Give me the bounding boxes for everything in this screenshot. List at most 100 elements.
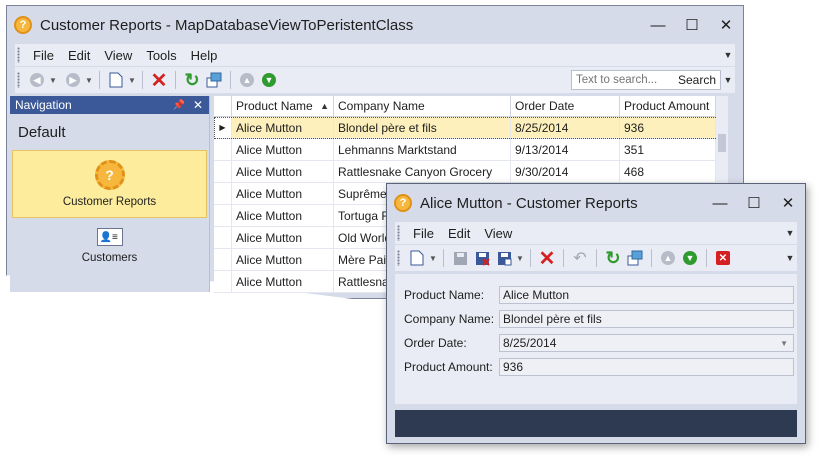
- toolbar-grip-icon[interactable]: [397, 250, 400, 266]
- date-dropdown-icon[interactable]: ▼: [780, 339, 788, 348]
- delete-button[interactable]: ✕: [148, 69, 170, 92]
- new-button[interactable]: [406, 247, 428, 269]
- menu-tools[interactable]: Tools: [139, 48, 183, 63]
- detail-maximize-button[interactable]: ☐: [737, 188, 771, 218]
- save-and-new-button[interactable]: [203, 69, 225, 91]
- menu-grip-icon[interactable]: [397, 225, 400, 241]
- row-indicator[interactable]: [214, 271, 232, 292]
- table-cell[interactable]: Alice Mutton: [232, 117, 334, 138]
- table-cell[interactable]: Rattlesnake Canyon Grocery: [334, 161, 511, 182]
- column-header-product-amount[interactable]: Product Amount: [620, 96, 716, 116]
- previous-record-icon: ▲: [661, 251, 675, 265]
- next-record-button[interactable]: ▼: [258, 69, 280, 91]
- row-indicator-icon[interactable]: ▶: [214, 117, 232, 138]
- refresh-button[interactable]: ↻: [602, 247, 624, 269]
- close-button[interactable]: ✕: [709, 10, 743, 40]
- forward-dropdown-icon[interactable]: ▼: [84, 76, 94, 85]
- search-button[interactable]: Search: [678, 73, 720, 87]
- undo-button[interactable]: ↶: [569, 247, 591, 269]
- row-indicator[interactable]: [214, 249, 232, 270]
- pin-icon[interactable]: 📌: [172, 100, 184, 111]
- column-label: Company Name: [338, 99, 425, 113]
- table-cell[interactable]: Alice Mutton: [232, 205, 334, 226]
- detail-form: Product Name: Alice Mutton Company Name:…: [395, 274, 797, 404]
- sort-ascending-icon: ▲: [320, 101, 329, 111]
- save-dropdown-icon[interactable]: ▼: [515, 254, 525, 263]
- row-indicator[interactable]: [214, 227, 232, 248]
- menu-view[interactable]: View: [477, 226, 519, 241]
- delete-button[interactable]: ✕: [536, 247, 558, 270]
- table-cell[interactable]: Alice Mutton: [232, 139, 334, 160]
- navigation-group-title[interactable]: Default: [10, 114, 209, 146]
- nav-item-customers[interactable]: 👤≡ Customers: [10, 218, 209, 274]
- menu-file[interactable]: File: [406, 226, 441, 241]
- table-cell[interactable]: Lehmanns Marktstand: [334, 139, 511, 160]
- menu-edit[interactable]: Edit: [441, 226, 477, 241]
- menu-grip-icon[interactable]: [17, 47, 20, 63]
- main-title-bar: ? Customer Reports - MapDatabaseViewToPe…: [7, 6, 743, 44]
- save-button[interactable]: [449, 247, 471, 269]
- menu-overflow-icon[interactable]: ▼: [783, 228, 797, 238]
- menu-overflow-icon[interactable]: ▼: [721, 50, 735, 60]
- next-record-button[interactable]: ▼: [679, 247, 701, 269]
- save-as-button[interactable]: [624, 247, 646, 269]
- table-cell[interactable]: 936: [620, 117, 716, 138]
- column-header-order-date[interactable]: Order Date: [511, 96, 620, 116]
- column-header-product-name[interactable]: Product Name ▲: [232, 96, 334, 116]
- table-cell[interactable]: 9/30/2014: [511, 161, 620, 182]
- menu-file[interactable]: File: [26, 48, 61, 63]
- order-date-field[interactable]: 8/25/2014 ▼: [499, 334, 794, 352]
- table-row[interactable]: ▶ Alice Mutton Blondel père et fils 8/25/20…: [214, 117, 728, 139]
- table-cell[interactable]: Alice Mutton: [232, 249, 334, 270]
- back-button[interactable]: ◀: [26, 69, 48, 91]
- forward-button[interactable]: ▶: [62, 69, 84, 91]
- maximize-button[interactable]: ☐: [675, 10, 709, 40]
- nav-item-label: Customer Reports: [62, 196, 157, 208]
- save-and-close-button[interactable]: [471, 247, 493, 269]
- new-dropdown-icon[interactable]: ▼: [428, 254, 438, 263]
- navigation-pane: Navigation 📌 ✕ Default ? Customer Report…: [10, 96, 210, 292]
- detail-minimize-button[interactable]: —: [703, 188, 737, 218]
- table-cell[interactable]: 468: [620, 161, 716, 182]
- save-and-new-button[interactable]: [493, 247, 515, 269]
- table-row[interactable]: Alice Mutton Rattlesnake Canyon Grocery 9/…: [214, 161, 728, 183]
- row-indicator[interactable]: [214, 205, 232, 226]
- new-button[interactable]: [105, 69, 127, 91]
- table-cell[interactable]: 351: [620, 139, 716, 160]
- product-amount-field[interactable]: 936: [499, 358, 794, 376]
- new-dropdown-icon[interactable]: ▼: [127, 76, 137, 85]
- column-header-company-name[interactable]: Company Name: [334, 96, 511, 116]
- search-input[interactable]: [572, 73, 678, 87]
- menu-edit[interactable]: Edit: [61, 48, 97, 63]
- previous-record-button[interactable]: ▲: [657, 247, 679, 269]
- product-name-field[interactable]: Alice Mutton: [499, 286, 794, 304]
- table-cell[interactable]: Alice Mutton: [232, 161, 334, 182]
- nav-item-customer-reports[interactable]: ? Customer Reports: [12, 150, 207, 218]
- table-cell[interactable]: Blondel père et fils: [334, 117, 511, 138]
- table-cell[interactable]: Alice Mutton: [232, 271, 334, 292]
- company-name-field[interactable]: Blondel père et fils: [499, 310, 794, 328]
- back-dropdown-icon[interactable]: ▼: [48, 76, 58, 85]
- row-indicator[interactable]: [214, 161, 232, 182]
- detail-close-button[interactable]: ✕: [771, 188, 805, 218]
- scrollbar-thumb[interactable]: [718, 134, 726, 152]
- table-row[interactable]: Alice Mutton Lehmanns Marktstand 9/13/2014…: [214, 139, 728, 161]
- table-cell[interactable]: Alice Mutton: [232, 227, 334, 248]
- table-cell[interactable]: Alice Mutton: [232, 183, 334, 204]
- menu-view[interactable]: View: [97, 48, 139, 63]
- refresh-button[interactable]: ↻: [181, 69, 203, 91]
- toolbar-overflow-icon[interactable]: ▼: [721, 75, 735, 85]
- row-indicator[interactable]: [214, 139, 232, 160]
- table-cell[interactable]: 9/13/2014: [511, 139, 620, 160]
- previous-record-button[interactable]: ▲: [236, 69, 258, 91]
- navigation-close-icon[interactable]: ✕: [193, 98, 203, 112]
- field-value: 8/25/2014: [503, 336, 557, 350]
- table-cell[interactable]: 8/25/2014: [511, 117, 620, 138]
- minimize-button[interactable]: —: [641, 10, 675, 40]
- toolbar-grip-icon[interactable]: [17, 72, 20, 88]
- save-as-icon: [627, 250, 643, 266]
- close-record-button[interactable]: ✕: [712, 247, 734, 269]
- menu-help[interactable]: Help: [184, 48, 225, 63]
- row-indicator[interactable]: [214, 183, 232, 204]
- toolbar-overflow-icon[interactable]: ▼: [783, 253, 797, 263]
